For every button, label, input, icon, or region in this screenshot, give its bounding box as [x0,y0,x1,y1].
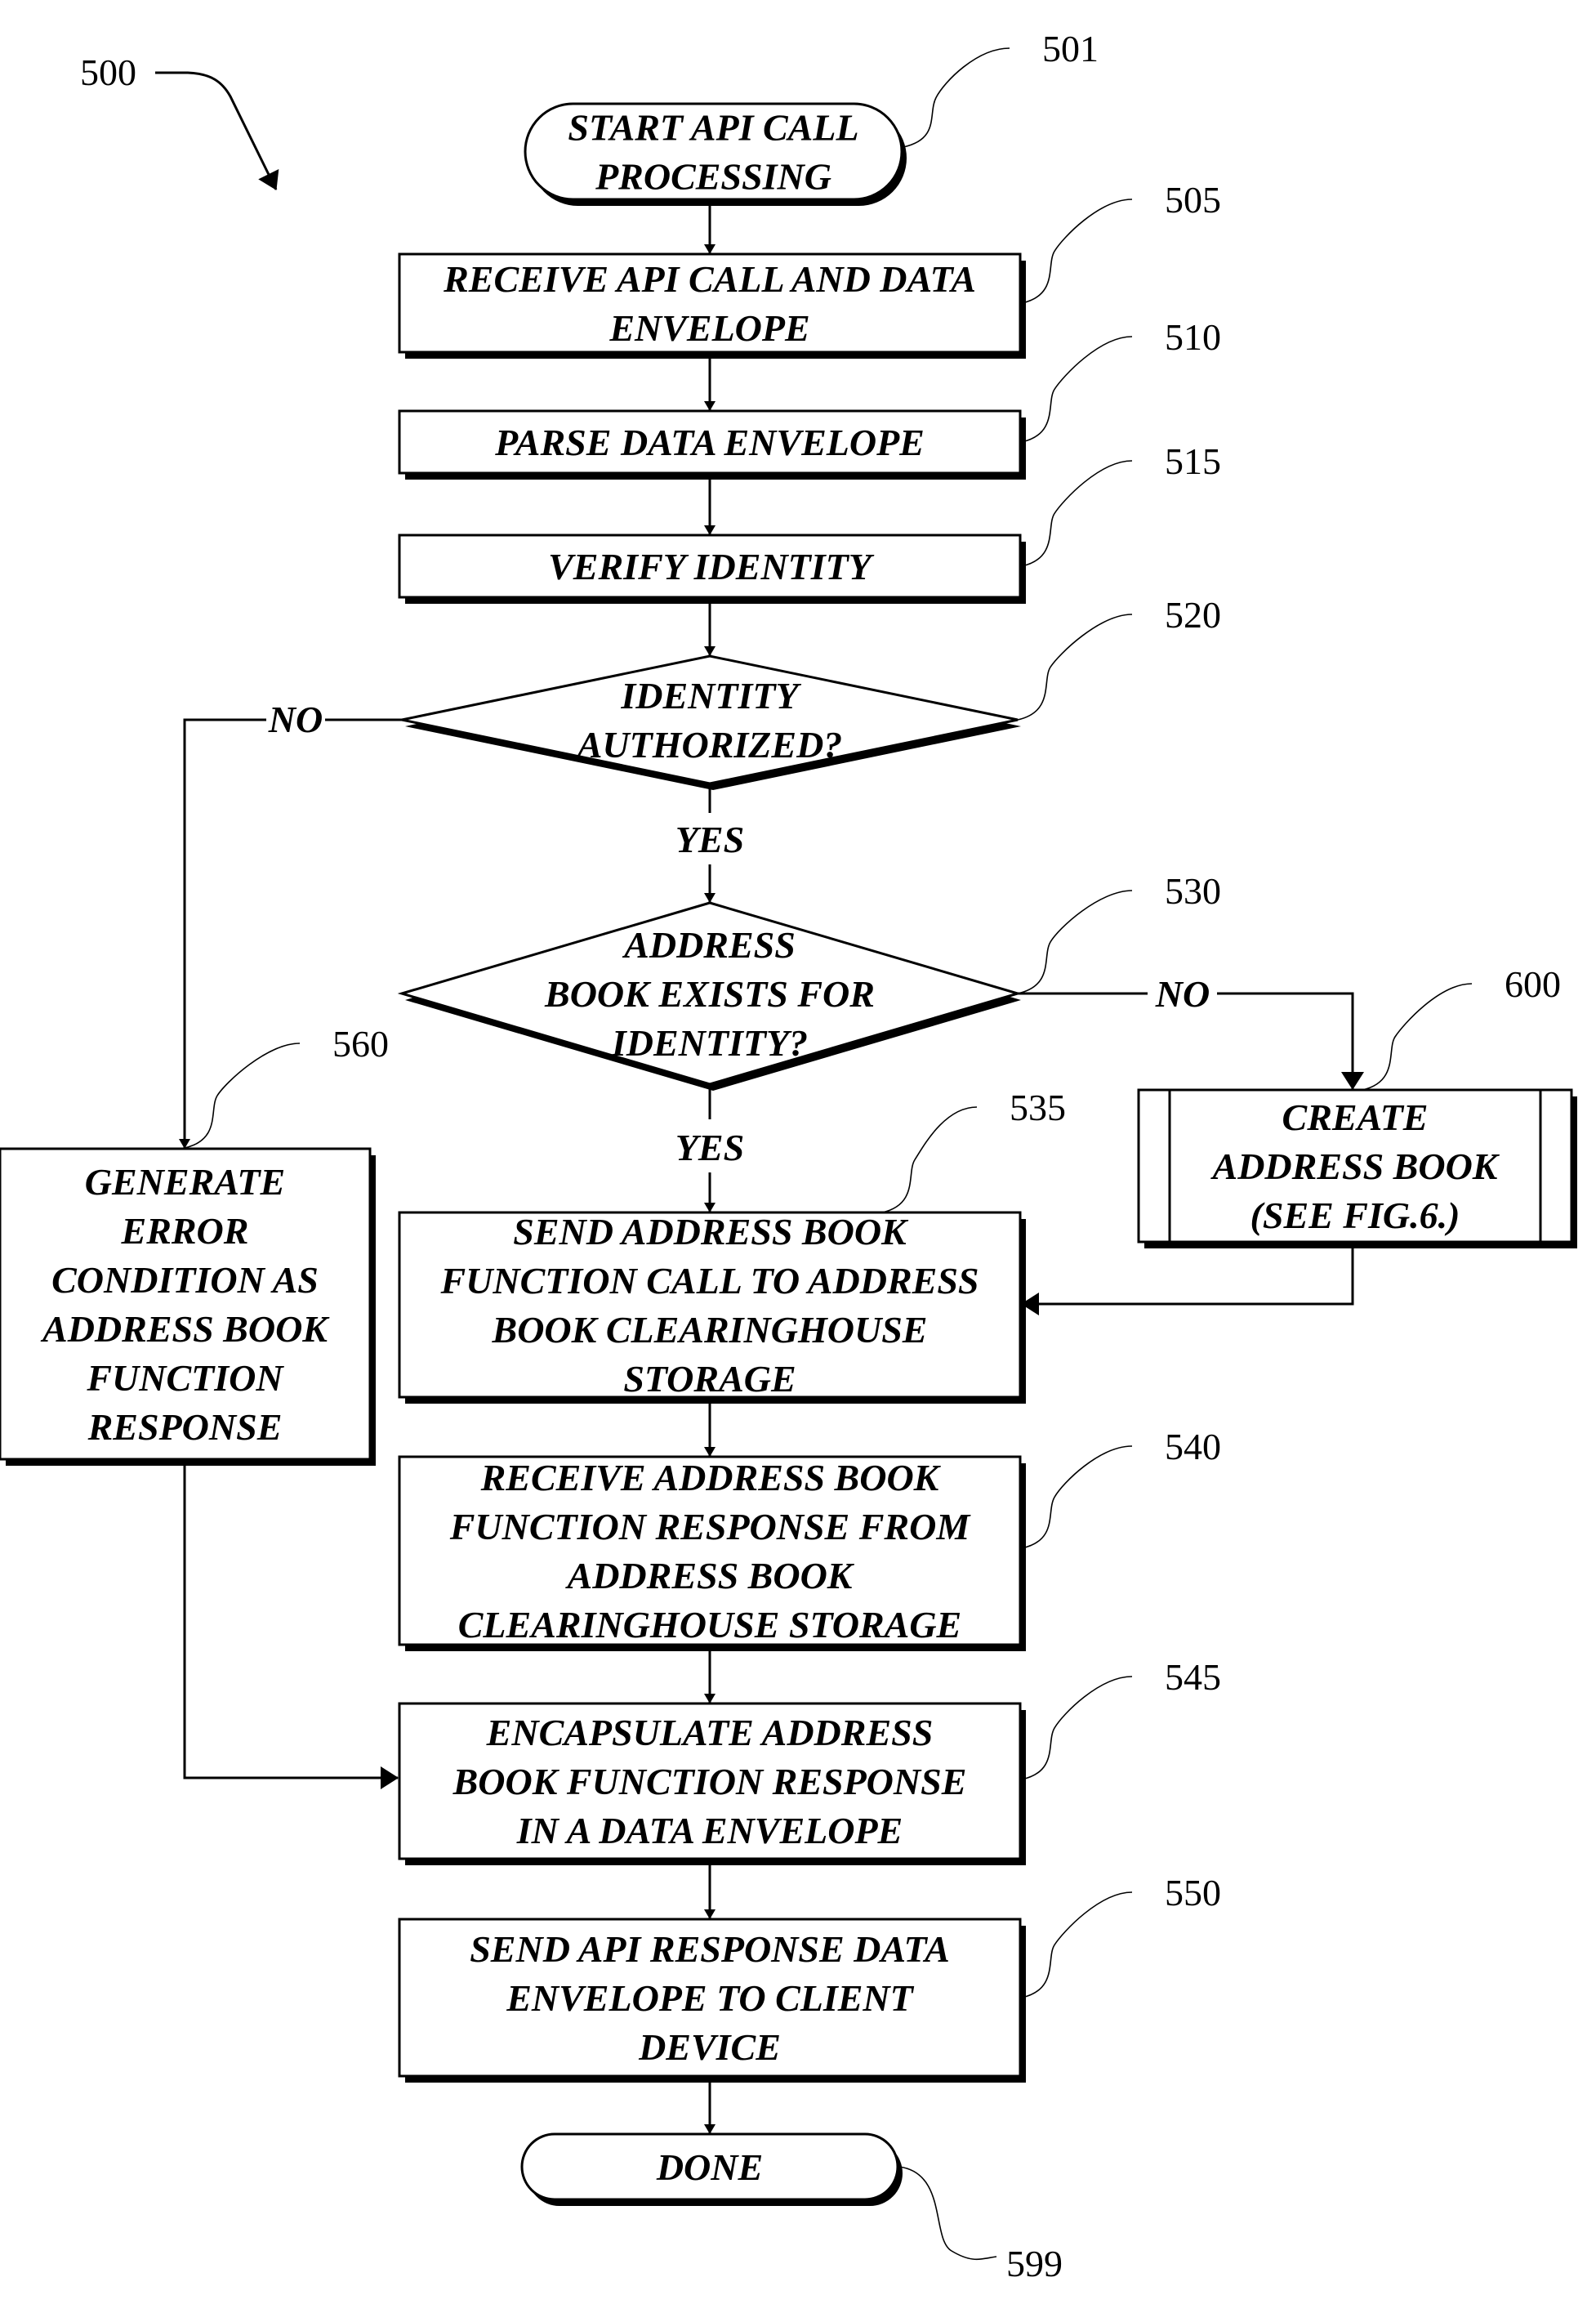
node-510: PARSE DATA ENVELOPE [398,409,1026,480]
node-label-line: CONDITION AS [51,1259,319,1301]
leader-line [1021,336,1133,443]
node-label-line: SEND ADDRESS BOOK [513,1211,909,1253]
node-label-line: RECEIVE API CALL AND DATA [443,258,976,300]
node-550: SEND API RESPONSE DATA ENVELOPE TO CLIENT… [398,1918,1026,2083]
node-label-line: DEVICE [638,2026,781,2068]
reference-numeral: 515 [1165,440,1221,482]
node-label-line: DONE [656,2146,763,2188]
leader-line [1021,460,1133,567]
node-label-line: BOOK EXISTS FOR [544,973,875,1015]
reference-numeral: 520 [1165,594,1221,636]
leader-line [1021,199,1133,304]
flowchart: NO YES NO YES START API CALL PROCESSING RECEI… [0,28,1577,2284]
reference-numeral: 510 [1165,316,1221,358]
node-label-line: ADDRESS BOOK [40,1308,330,1350]
node-label-line: IDENTITY? [611,1022,808,1064]
node-label-line: GENERATE [85,1161,285,1203]
figure-pointer-arrow [155,71,279,190]
node-label-line: FUNCTION RESPONSE FROM [449,1506,972,1547]
figure-reference-numeral: 500 [80,51,136,93]
node-label-line: RESPONSE [87,1406,283,1448]
node-label-line: VERIFY IDENTITY [548,546,875,587]
node-label-line: PROCESSING [595,156,831,198]
node-535: SEND ADDRESS BOOK FUNCTION CALL TO ADDRES… [398,1211,1026,1404]
leader-line [1021,1445,1133,1549]
reference-numeral: 600 [1505,963,1561,1005]
leader-line [1021,1891,1133,1998]
node-501: START API CALL PROCESSING [524,102,907,206]
branch-label-yes: YES [675,1127,744,1168]
node-label-line: ADDRESS BOOK [565,1555,855,1596]
node-label-line: ADDRESS BOOK [1210,1145,1500,1187]
node-530: ADDRESS BOOK EXISTS FOR IDENTITY? [397,901,1023,1091]
node-label-line: (SEE FIG.6.) [1250,1194,1460,1236]
node-label-line: ENVELOPE [609,307,809,349]
node-label-line: PARSE DATA ENVELOPE [494,422,925,463]
node-label-line: RECEIVE ADDRESS BOOK [480,1457,942,1498]
node-label-line: BOOK CLEARINGHOUSE [492,1309,928,1351]
node-600: CREATE ADDRESS BOOK (SEE FIG.6.) [1137,1088,1577,1248]
node-560: GENERATE ERROR CONDITION AS ADDRESS BOOK FUN… [0,1147,376,1466]
leader-line [184,1043,301,1149]
node-599: DONE [520,2132,903,2206]
node-label-line: ERROR [121,1210,249,1252]
branch-label-no: NO [1155,973,1210,1015]
node-515: VERIFY IDENTITY [398,534,1026,604]
reference-numeral: 501 [1042,28,1099,69]
node-label-line: STORAGE [623,1358,796,1400]
reference-numeral: 540 [1165,1426,1221,1467]
node-label-line: AUTHORIZED? [575,724,843,766]
node-label-line: FUNCTION [86,1357,284,1399]
reference-numeral: 560 [332,1023,389,1065]
leader-line [898,2166,997,2261]
leader-line [1017,614,1133,721]
leader-line [903,47,1010,148]
leader-line [1017,890,1133,994]
node-label-line: ENVELOPE TO CLIENT [506,1977,914,2019]
node-545: ENCAPSULATE ADDRESS BOOK FUNCTION RESPONS… [398,1702,1026,1865]
node-label-line: FUNCTION CALL TO ADDRESS [439,1260,979,1302]
node-520: IDENTITY AUTHORIZED? [401,654,1021,790]
reference-numeral: 530 [1165,870,1221,912]
leader-line [1021,1676,1133,1780]
node-label-line: CLEARINGHOUSE STORAGE [458,1604,962,1645]
node-label-line: CREATE [1282,1096,1429,1138]
leader-line [1362,983,1473,1091]
node-label-line: SEND API RESPONSE DATA [470,1928,950,1970]
node-label-line: START API CALL [568,107,858,149]
edge-530-600 [1217,992,1364,1090]
branch-label-yes: YES [675,819,744,860]
node-label-line: BOOK FUNCTION RESPONSE [452,1761,967,1802]
node-label-line: IDENTITY [620,675,801,717]
reference-numeral: 545 [1165,1656,1221,1698]
node-label-line: ADDRESS [622,924,796,966]
edge-560-545 [183,1461,399,1789]
node-540: RECEIVE ADDRESS BOOK FUNCTION RESPONSE FR… [398,1455,1026,1651]
reference-numeral: 505 [1165,179,1221,221]
branch-label-no: NO [268,699,323,740]
node-505: RECEIVE API CALL AND DATA ENVELOPE [398,252,1026,359]
reference-numeral: 599 [1006,2243,1063,2284]
edge-520-560 [179,718,266,1149]
edge-600-535 [1021,1244,1354,1315]
node-label-line: ENCAPSULATE ADDRESS [486,1712,934,1753]
reference-numeral: 550 [1165,1872,1221,1913]
nodes-layer: START API CALL PROCESSING RECEIVE API CALL… [0,102,1577,2206]
node-label-line: IN A DATA ENVELOPE [516,1810,903,1851]
leader-line [881,1106,978,1213]
reference-numeral: 535 [1010,1087,1066,1128]
